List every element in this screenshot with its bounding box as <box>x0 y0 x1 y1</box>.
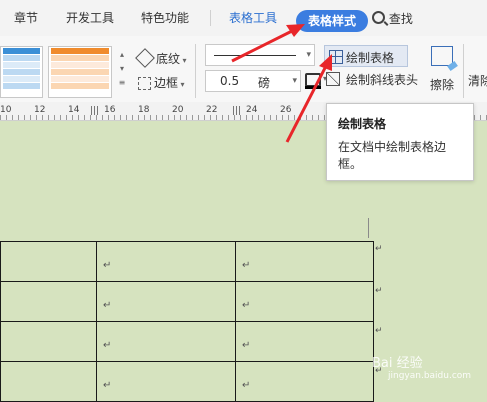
red-arrow-to-table-style-tab <box>231 24 305 63</box>
annotation-overlay <box>231 24 332 143</box>
red-arrow-to-draw-table-button <box>285 54 332 143</box>
